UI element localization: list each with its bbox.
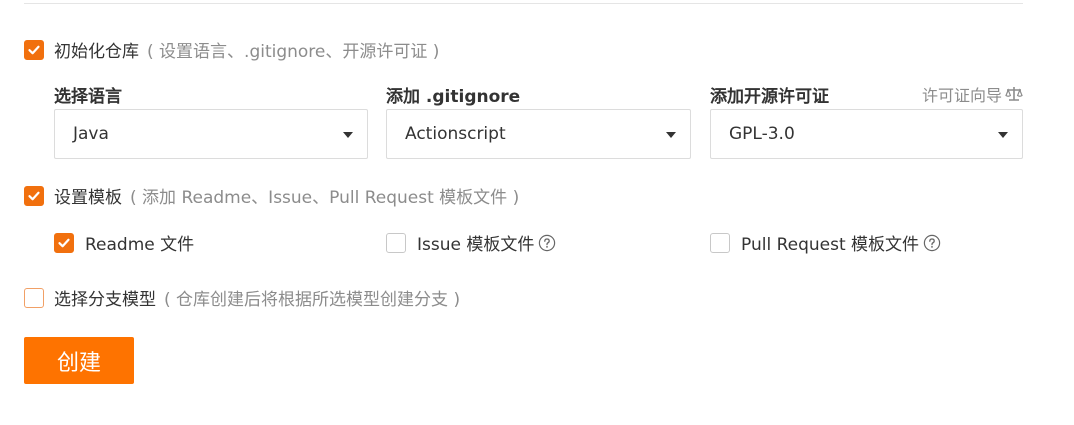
help-icon[interactable]	[538, 234, 556, 252]
check-icon	[28, 45, 40, 54]
check-icon	[58, 238, 70, 247]
readme-checkbox[interactable]	[54, 232, 74, 253]
license-guide-label: 许可证向导	[921, 86, 1002, 105]
issue-option: Issue 模板文件	[386, 230, 556, 255]
issue-label: Issue 模板文件	[417, 235, 535, 255]
template-checkbox[interactable]	[24, 185, 44, 206]
readme-label: Readme 文件	[85, 235, 195, 255]
language-select[interactable]: Java	[54, 109, 368, 159]
init-repo-checkbox[interactable]	[24, 39, 44, 60]
pull-request-checkbox[interactable]	[710, 232, 730, 253]
branch-model-checkbox[interactable]	[24, 287, 44, 308]
scale-icon	[1005, 87, 1023, 101]
branch-model-row: 选择分支模型 ( 仓库创建后将根据所选模型创建分支 )	[24, 285, 460, 310]
license-label: 添加开源许可证	[710, 87, 829, 107]
check-icon	[28, 191, 40, 200]
readme-option: Readme 文件	[54, 230, 194, 255]
caret-down-icon	[666, 132, 676, 138]
help-icon[interactable]	[923, 234, 941, 252]
license-guide-link[interactable]: 许可证向导	[922, 82, 1023, 106]
pull-request-label: Pull Request 模板文件	[741, 235, 920, 255]
language-label: 选择语言	[54, 87, 122, 107]
gitignore-label: 添加 .gitignore	[386, 87, 521, 107]
create-repo-form: 初始化仓库 ( 设置语言、.gitignore、开源许可证 ) 选择语言 添加 …	[0, 0, 1074, 425]
language-value: Java	[73, 124, 109, 144]
template-row: 设置模板 ( 添加 Readme、Issue、Pull Request 模板文件…	[24, 183, 519, 208]
create-button[interactable]: 创建	[24, 337, 134, 384]
init-repo-row: 初始化仓库 ( 设置语言、.gitignore、开源许可证 )	[24, 37, 439, 62]
branch-model-hint: ( 仓库创建后将根据所选模型创建分支 )	[164, 290, 461, 310]
license-value: GPL-3.0	[729, 124, 795, 144]
branch-model-label: 选择分支模型	[54, 290, 156, 310]
init-repo-label: 初始化仓库	[54, 42, 139, 62]
license-select[interactable]: GPL-3.0	[710, 109, 1023, 159]
pull-request-option: Pull Request 模板文件	[710, 230, 941, 255]
issue-checkbox[interactable]	[386, 232, 406, 253]
divider	[24, 3, 1023, 4]
gitignore-value: Actionscript	[405, 124, 506, 144]
template-label: 设置模板	[54, 188, 122, 208]
caret-down-icon	[343, 132, 353, 138]
template-hint: ( 添加 Readme、Issue、Pull Request 模板文件 )	[130, 188, 520, 208]
caret-down-icon	[998, 132, 1008, 138]
init-repo-hint: ( 设置语言、.gitignore、开源许可证 )	[147, 42, 440, 62]
gitignore-select[interactable]: Actionscript	[386, 109, 691, 159]
